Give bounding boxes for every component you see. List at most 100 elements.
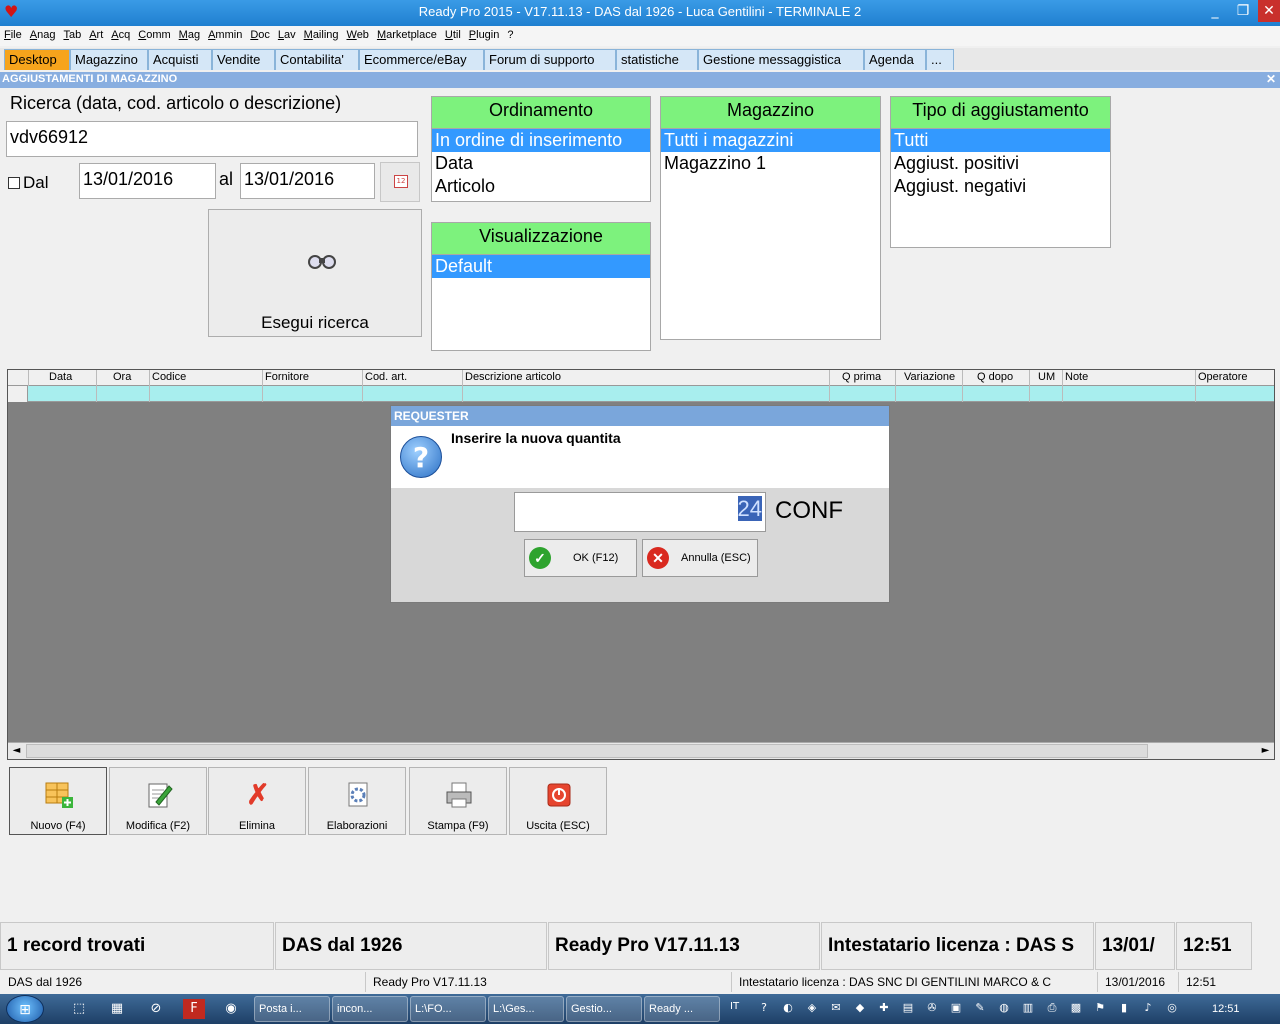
- taskbar-pin-2-icon[interactable]: ▦: [106, 999, 128, 1019]
- tray-14-icon[interactable]: ▩: [1068, 1000, 1084, 1016]
- tray-7-icon[interactable]: ▤: [900, 1000, 916, 1016]
- menu-comm[interactable]: Comm: [134, 26, 174, 41]
- search-input[interactable]: vdv66912: [6, 121, 418, 157]
- tray-network-icon[interactable]: ▮: [1116, 1000, 1132, 1016]
- tray-13-icon[interactable]: ⎙: [1044, 1000, 1060, 1016]
- col-q-prima[interactable]: Q prima: [829, 370, 895, 386]
- exit-button[interactable]: Uscita (ESC): [509, 767, 607, 835]
- tray-4-icon[interactable]: ✉: [828, 1000, 844, 1016]
- magazzino-option-1[interactable]: Magazzino 1: [661, 152, 880, 175]
- print-button[interactable]: Stampa (F9): [409, 767, 507, 835]
- menu-anag[interactable]: Anag: [26, 26, 60, 41]
- tipo-option-tutti[interactable]: Tutti: [891, 129, 1110, 152]
- delete-button[interactable]: ✗ Elimina: [208, 767, 306, 835]
- taskbar-task-lfo[interactable]: L:\FO...: [410, 996, 486, 1022]
- taskbar-pin-1-icon[interactable]: ⬚: [68, 999, 90, 1019]
- tray-2-icon[interactable]: ◐: [780, 1000, 796, 1016]
- edit-button[interactable]: Modifica (F2): [109, 767, 207, 835]
- tab-statistiche[interactable]: statistiche: [616, 49, 698, 70]
- col-data[interactable]: Data: [28, 370, 96, 386]
- tab-forum[interactable]: Forum di supporto: [484, 49, 616, 70]
- menu-util[interactable]: Util: [441, 26, 465, 41]
- scroll-left-arrow-icon[interactable]: ◄: [8, 743, 25, 759]
- dal-checkbox[interactable]: [8, 177, 20, 189]
- tipo-option-positivi[interactable]: Aggiust. positivi: [891, 152, 1110, 175]
- tray-3-icon[interactable]: ◈: [804, 1000, 820, 1016]
- tab-messaggistica[interactable]: Gestione messaggistica: [698, 49, 864, 70]
- table-row[interactable]: [8, 386, 1274, 402]
- scroll-right-arrow-icon[interactable]: ►: [1257, 743, 1274, 759]
- col-fornitore[interactable]: Fornitore: [262, 370, 362, 386]
- tray-10-icon[interactable]: ✎: [972, 1000, 988, 1016]
- taskbar-clock[interactable]: 12:51: [1212, 1003, 1240, 1015]
- tab-acquisti[interactable]: Acquisti: [148, 49, 212, 70]
- calendar-button[interactable]: 12: [380, 162, 420, 202]
- col-note[interactable]: Note: [1062, 370, 1195, 386]
- language-indicator[interactable]: IT: [730, 1001, 739, 1012]
- menu-mag[interactable]: Mag: [175, 26, 204, 41]
- col-um[interactable]: UM: [1029, 370, 1062, 386]
- ordinamento-option-inserimento[interactable]: In ordine di inserimento: [432, 129, 650, 152]
- search-button[interactable]: Esegui ricerca: [208, 209, 422, 337]
- menu-web[interactable]: Web: [343, 26, 373, 41]
- col-cod-art[interactable]: Cod. art.: [362, 370, 462, 386]
- tab-more[interactable]: ...: [926, 49, 954, 70]
- taskbar-task-gestio[interactable]: Gestio...: [566, 996, 642, 1022]
- taskbar-task-incon[interactable]: incon...: [332, 996, 408, 1022]
- tab-vendite[interactable]: Vendite: [212, 49, 275, 70]
- menu-marketplace[interactable]: Marketplace: [373, 26, 441, 41]
- tray-9-icon[interactable]: ▣: [948, 1000, 964, 1016]
- col-ora[interactable]: Ora: [96, 370, 149, 386]
- col-q-dopo[interactable]: Q dopo: [962, 370, 1029, 386]
- col-codice[interactable]: Codice: [149, 370, 262, 386]
- ordinamento-option-articolo[interactable]: Articolo: [432, 175, 650, 198]
- tray-11-icon[interactable]: ◍: [996, 1000, 1012, 1016]
- magazzino-option-tutti[interactable]: Tutti i magazzini: [661, 129, 880, 152]
- tab-agenda[interactable]: Agenda: [864, 49, 926, 70]
- menu-ammin[interactable]: Ammin: [204, 26, 246, 41]
- firefox-icon[interactable]: ◉: [220, 999, 242, 1019]
- menu-doc[interactable]: Doc: [246, 26, 274, 41]
- tray-volume-icon[interactable]: ♪: [1140, 1000, 1156, 1016]
- close-button[interactable]: ✕: [1258, 0, 1280, 22]
- maximize-button[interactable]: ❐: [1228, 0, 1258, 22]
- menu-mailing[interactable]: Mailing: [300, 26, 343, 41]
- taskbar-task-ready[interactable]: Ready ...: [644, 996, 720, 1022]
- ordinamento-option-data[interactable]: Data: [432, 152, 650, 175]
- quantity-input[interactable]: 24: [514, 492, 766, 532]
- tray-12-icon[interactable]: ▥: [1020, 1000, 1036, 1016]
- visualizzazione-option-default[interactable]: Default: [432, 255, 650, 278]
- scroll-thumb[interactable]: [26, 744, 1148, 758]
- col-variazione[interactable]: Variazione: [895, 370, 962, 386]
- minimize-button[interactable]: _: [1200, 0, 1230, 22]
- tray-5-icon[interactable]: ◆: [852, 1000, 868, 1016]
- tab-ecommerce[interactable]: Ecommerce/eBay: [359, 49, 484, 70]
- taskbar-task-lges[interactable]: L:\Ges...: [488, 996, 564, 1022]
- horizontal-scrollbar[interactable]: ◄ ►: [8, 742, 1274, 759]
- tab-desktop[interactable]: Desktop: [4, 49, 70, 70]
- tray-15-icon[interactable]: ◎: [1164, 1000, 1180, 1016]
- menu-lav[interactable]: Lav: [274, 26, 300, 41]
- start-button[interactable]: ⊞: [6, 995, 44, 1023]
- menu-art[interactable]: Art: [85, 26, 107, 41]
- col-descrizione[interactable]: Descrizione articolo: [462, 370, 829, 386]
- tab-contabilita[interactable]: Contabilita': [275, 49, 359, 70]
- new-button[interactable]: Nuovo (F4): [9, 767, 107, 835]
- tray-8-icon[interactable]: ✇: [924, 1000, 940, 1016]
- tray-help-icon[interactable]: ?: [756, 1000, 772, 1016]
- menu-plugin[interactable]: Plugin: [465, 26, 504, 41]
- date-from-field[interactable]: 13/01/2016: [79, 163, 216, 199]
- ok-button[interactable]: ✓ OK (F12): [524, 539, 637, 577]
- cancel-button[interactable]: ✕ Annulla (ESC): [642, 539, 758, 577]
- process-button[interactable]: Elaborazioni: [308, 767, 406, 835]
- taskbar-task-posta[interactable]: Posta i...: [254, 996, 330, 1022]
- menu-acq[interactable]: Acq: [107, 26, 134, 41]
- tipo-option-negativi[interactable]: Aggiust. negativi: [891, 175, 1110, 198]
- filezilla-icon[interactable]: F: [183, 999, 205, 1019]
- menu-file[interactable]: File: [0, 26, 26, 41]
- menu-tab[interactable]: Tab: [59, 26, 85, 41]
- tray-flag-icon[interactable]: ⚑: [1092, 1000, 1108, 1016]
- tray-6-icon[interactable]: ✚: [876, 1000, 892, 1016]
- taskbar-pin-3-icon[interactable]: ⊘: [145, 999, 167, 1019]
- menu-help[interactable]: ?: [503, 26, 517, 41]
